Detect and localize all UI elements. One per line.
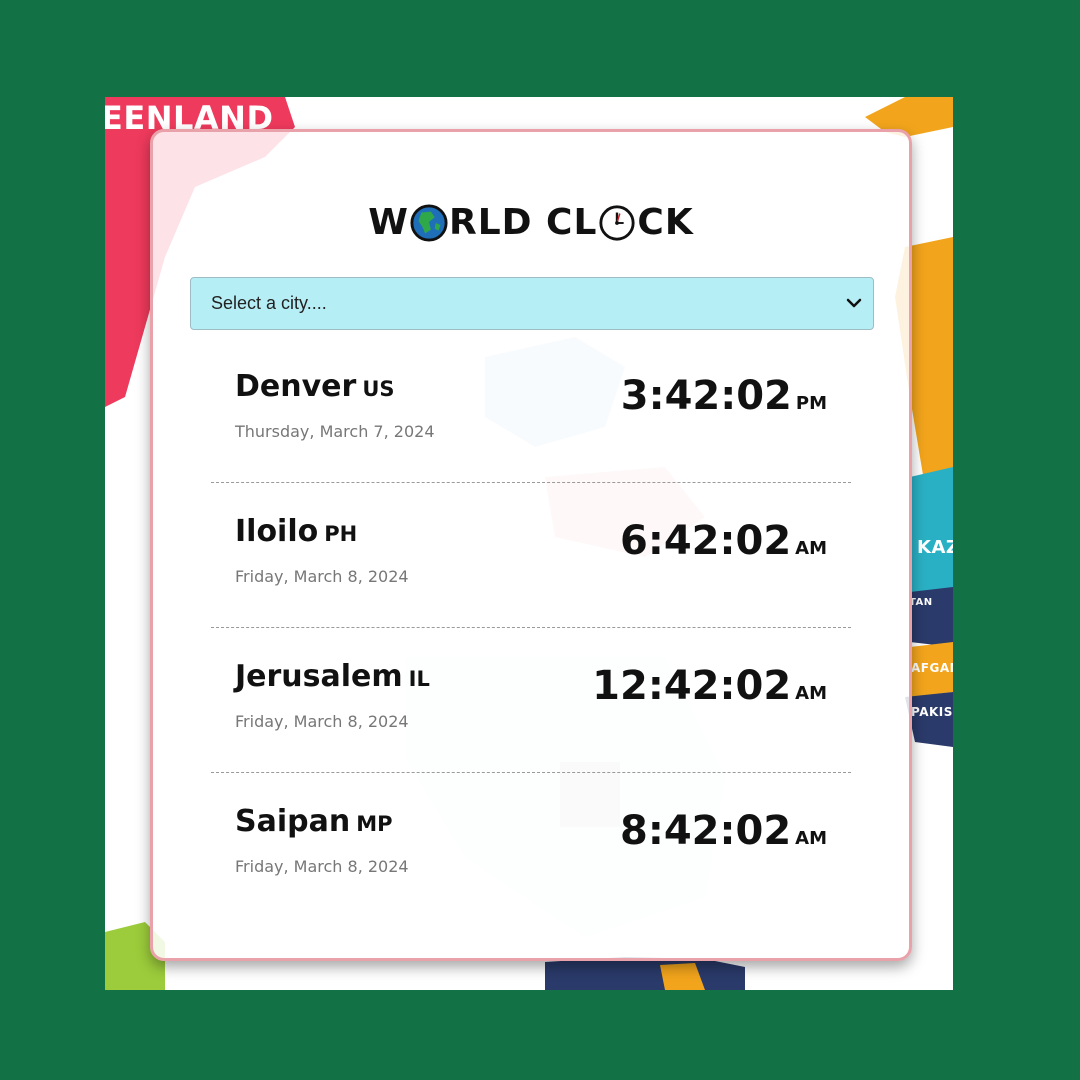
title-part-2: RLD CL [448, 202, 598, 243]
city-name: Iloilo PH [235, 514, 358, 549]
clock-row-iloilo: Iloilo PH Friday, March 8, 2024 6:42:02 AM [211, 482, 851, 628]
city-select-placeholder: Select a city.... [211, 293, 327, 313]
world-map-background: EENLAND KAZ UZBEKISTAN AFGANIS PAKIS W R… [105, 97, 953, 990]
title-part-1: W [368, 202, 409, 243]
ampm-label: PM [795, 393, 827, 414]
country-code: MP [356, 812, 393, 836]
city-time: 8:42:02 AM [620, 808, 827, 854]
city-date: Friday, March 8, 2024 [235, 567, 409, 586]
globe-icon [410, 203, 448, 242]
ampm-label: AM [795, 538, 827, 559]
world-clock-card: W RLD CL CK Select a city.... Denver US … [150, 129, 912, 961]
afghanistan-label: AFGANIS [911, 661, 953, 675]
city-time: 3:42:02 PM [620, 373, 827, 419]
clock-row-saipan: Saipan MP Friday, March 8, 2024 8:42:02 AM [211, 772, 851, 917]
clock-row-denver: Denver US Thursday, March 7, 2024 3:42:02… [211, 337, 851, 483]
clock-icon [599, 204, 635, 241]
africa-south-shape [545, 957, 745, 990]
ampm-label: AM [795, 683, 827, 704]
city-date: Friday, March 8, 2024 [235, 712, 409, 731]
city-date: Friday, March 8, 2024 [235, 857, 409, 876]
pakistan-label: PAKIS [911, 705, 953, 719]
ampm-label: AM [795, 828, 827, 849]
city-name: Denver US [235, 369, 395, 404]
kazakhstan-label: KAZ [917, 537, 953, 558]
city-name: Saipan MP [235, 804, 393, 839]
country-code: US [362, 377, 395, 401]
app-title: W RLD CL CK [153, 202, 909, 243]
uzbekistan-shape [910, 587, 953, 647]
pakistan-shape [905, 692, 953, 747]
chevron-down-icon[interactable] [845, 294, 863, 312]
country-code: IL [408, 667, 430, 691]
city-time: 6:42:02 AM [620, 518, 827, 564]
kazakhstan-shape [910, 467, 953, 597]
city-select[interactable]: Select a city.... [190, 277, 874, 330]
city-time: 12:42:02 AM [592, 663, 827, 709]
country-code: PH [324, 522, 358, 546]
city-name: Jerusalem IL [235, 659, 430, 694]
city-date: Thursday, March 7, 2024 [235, 422, 435, 441]
title-part-3: CK [637, 202, 694, 243]
clock-row-jerusalem: Jerusalem IL Friday, March 8, 2024 12:42:… [211, 627, 851, 773]
